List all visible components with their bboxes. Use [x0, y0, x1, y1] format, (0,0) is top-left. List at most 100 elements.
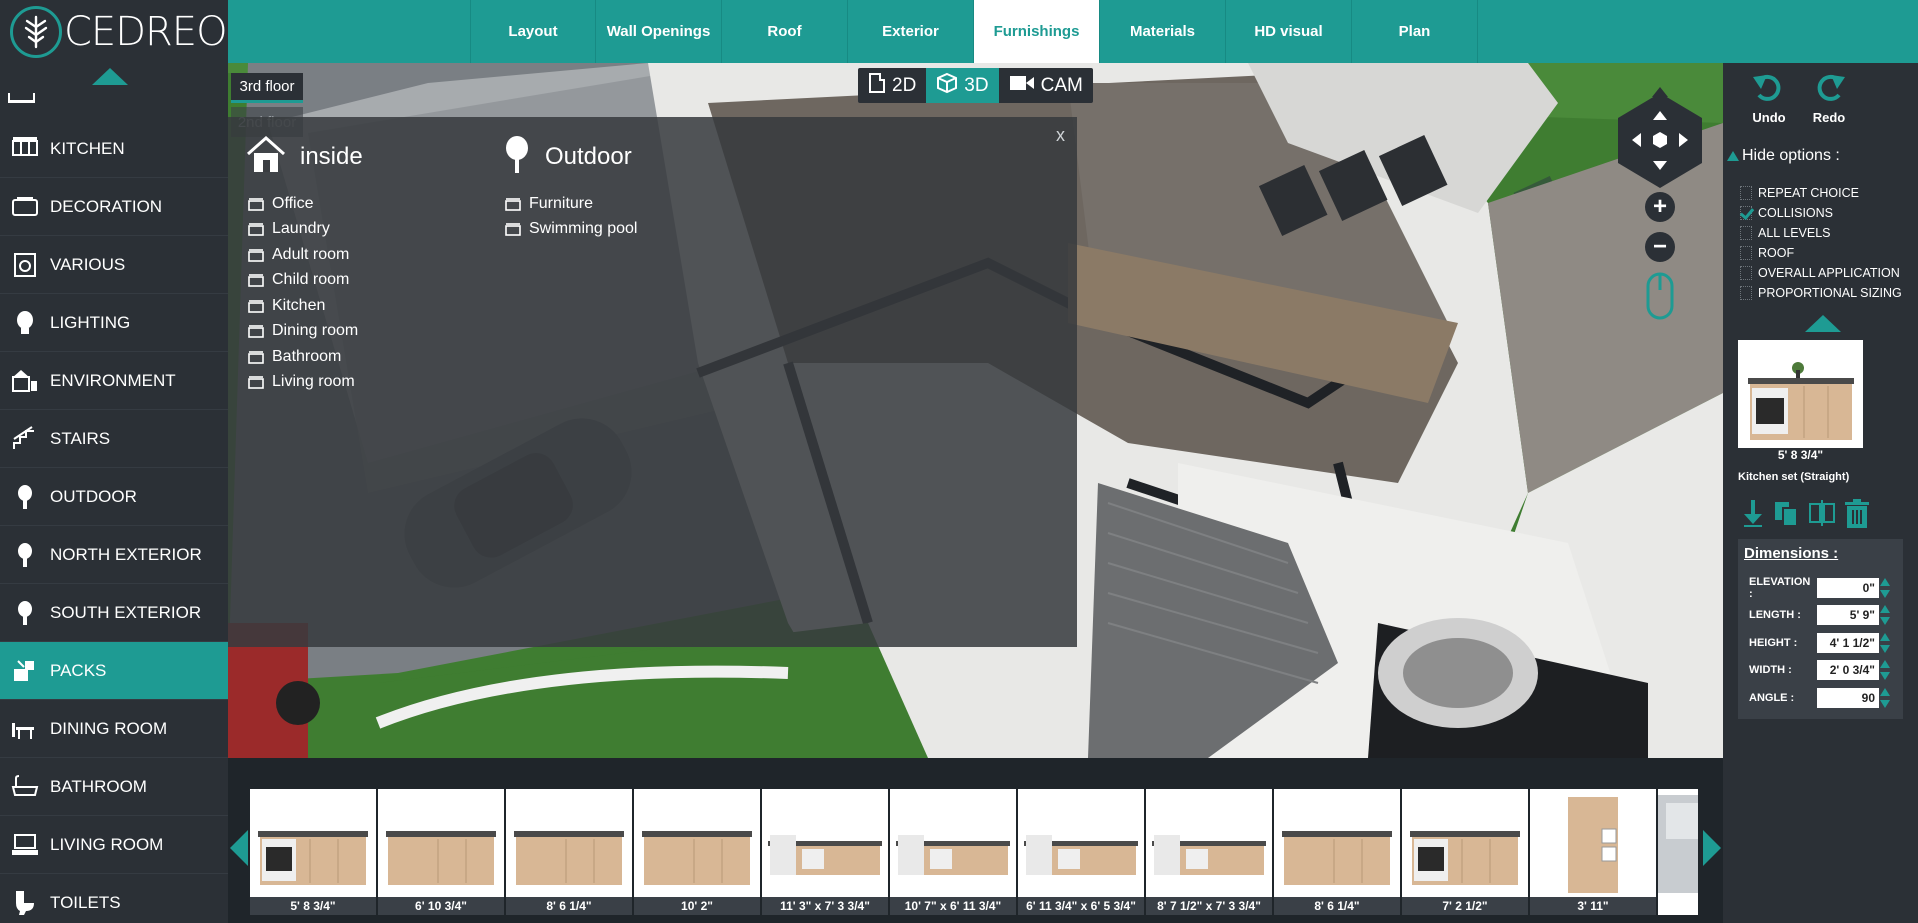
catalog-item[interactable]: 5' 8 3/4": [250, 789, 376, 915]
option-checkbox[interactable]: [1740, 266, 1752, 280]
zoom-out-button[interactable]: −: [1645, 232, 1675, 262]
sidebar-item-decoration[interactable]: DECORATION: [0, 178, 228, 236]
catalog-item[interactable]: [1658, 789, 1698, 915]
hide-options-toggle[interactable]: Hide options :: [1727, 147, 1840, 165]
trash-icon[interactable]: [1843, 498, 1871, 535]
view-3d-button[interactable]: 3D: [926, 68, 999, 103]
logo: CEDREO: [0, 0, 228, 63]
tab-wall-openings[interactable]: Wall Openings: [596, 0, 722, 63]
pack-bathroom[interactable]: Bathroom: [246, 344, 363, 370]
duplicate-icon[interactable]: [1771, 498, 1801, 535]
pack-label: Adult room: [272, 245, 350, 263]
dimension-input[interactable]: 2' 0 3/4": [1817, 660, 1879, 681]
selected-item-thumbnail: [1738, 340, 1863, 448]
option-checkbox[interactable]: [1740, 186, 1752, 200]
catalog-item[interactable]: 3' 11": [1530, 789, 1656, 915]
pack-label: Laundry: [272, 220, 330, 238]
camera-icon: [1009, 75, 1034, 90]
redo-icon: [1817, 74, 1845, 101]
brand-name: CEDREO: [64, 8, 228, 55]
undo-button[interactable]: Undo: [1741, 73, 1797, 125]
option-checkbox[interactable]: [1740, 226, 1752, 240]
dimension-input[interactable]: 5' 9": [1817, 605, 1879, 626]
view-2d-button[interactable]: 2D: [858, 68, 926, 103]
pack-office[interactable]: Office: [246, 191, 363, 217]
dimension-spinner[interactable]: [1880, 577, 1890, 598]
scroll-right-arrow-icon[interactable]: [1703, 830, 1721, 866]
option-roof[interactable]: ROOF: [1740, 243, 1902, 263]
close-overlay-button[interactable]: x: [1056, 125, 1065, 146]
tab-materials[interactable]: Materials: [1100, 0, 1226, 63]
option-collisions[interactable]: COLLISIONS: [1740, 203, 1902, 223]
sidebar-item-dining-room[interactable]: DINING ROOM: [0, 700, 228, 758]
catalog-item-size: 6' 11 3/4" x 6' 5 3/4": [1018, 897, 1144, 915]
dimension-spinner[interactable]: [1880, 687, 1890, 708]
sidebar-item-environment[interactable]: ENVIRONMENT: [0, 352, 228, 410]
option-proportional-sizing[interactable]: PROPORTIONAL SIZING: [1740, 283, 1902, 303]
tab-furnishings[interactable]: Furnishings: [974, 0, 1100, 63]
scroll-up-arrow-icon[interactable]: [1805, 315, 1841, 332]
catalog-item-size: 8' 6 1/4": [506, 897, 632, 915]
camera-navigation-pad[interactable]: [1605, 85, 1715, 195]
sidebar-item-various[interactable]: VARIOUS: [0, 236, 228, 294]
pack-laundry[interactable]: Laundry: [246, 217, 363, 243]
redo-button[interactable]: Redo: [1801, 73, 1857, 125]
tab-layout[interactable]: Layout: [470, 0, 596, 63]
option-label: ROOF: [1758, 246, 1795, 260]
option-repeat-choice[interactable]: REPEAT CHOICE: [1740, 183, 1902, 203]
dimension-input[interactable]: 4' 1 1/2": [1817, 632, 1879, 653]
catalog-item[interactable]: 8' 7 1/2" x 7' 3 3/4": [1146, 789, 1272, 915]
zoom-in-button[interactable]: +: [1645, 192, 1675, 222]
option-overall-application[interactable]: OVERALL APPLICATION: [1740, 263, 1902, 283]
tab-plan[interactable]: Plan: [1352, 0, 1478, 63]
view-cam-button[interactable]: CAM: [999, 68, 1093, 103]
scroll-up-arrow-icon[interactable]: [92, 68, 128, 85]
option-checkbox[interactable]: [1740, 246, 1752, 260]
sidebar-item-living-room[interactable]: LIVING ROOM: [0, 816, 228, 874]
catalog-item[interactable]: 8' 6 1/4": [1274, 789, 1400, 915]
sidebar-item-outdoor[interactable]: OUTDOOR: [0, 468, 228, 526]
catalog-item[interactable]: 6' 11 3/4" x 6' 5 3/4": [1018, 789, 1144, 915]
dimension-input[interactable]: 0": [1817, 577, 1879, 598]
dimension-spinner[interactable]: [1880, 632, 1890, 653]
pack-furniture[interactable]: Furniture: [503, 191, 637, 217]
dimension-spinner[interactable]: [1880, 660, 1890, 681]
dimension-spinner[interactable]: [1880, 605, 1890, 626]
sidebar-item-toilets[interactable]: TOILETS: [0, 874, 228, 923]
sidebar-item-packs[interactable]: PACKS: [0, 642, 228, 700]
option-checkbox[interactable]: [1740, 286, 1752, 300]
pack-swimming-pool[interactable]: Swimming pool: [503, 217, 637, 243]
tab-hd-visual[interactable]: HD visual: [1226, 0, 1352, 63]
pack-living-room[interactable]: Living room: [246, 370, 363, 396]
scroll-left-arrow-icon[interactable]: [230, 830, 248, 866]
option-label: ALL LEVELS: [1758, 226, 1831, 240]
sidebar-item-stairs[interactable]: STAIRS: [0, 410, 228, 468]
sidebar-item-kitchen[interactable]: KITCHEN: [0, 120, 228, 178]
catalog-item[interactable]: 8' 6 1/4": [506, 789, 632, 915]
pack-adult-room[interactable]: Adult room: [246, 242, 363, 268]
pack-kitchen[interactable]: Kitchen: [246, 293, 363, 319]
tab-exterior[interactable]: Exterior: [848, 0, 974, 63]
sidebar-item-bathroom[interactable]: BATHROOM: [0, 758, 228, 816]
download-icon[interactable]: [1741, 498, 1765, 535]
pack-child-room[interactable]: Child room: [246, 268, 363, 294]
item-tools: [1741, 498, 1871, 535]
catalog-item[interactable]: 7' 2 1/2": [1402, 789, 1528, 915]
pack-label: Bathroom: [272, 347, 342, 365]
room-icon: [246, 220, 266, 238]
tab-roof[interactable]: Roof: [722, 0, 848, 63]
floor-current[interactable]: 3rd floor: [231, 73, 303, 103]
dimension-input[interactable]: 90: [1817, 687, 1879, 708]
view-mode-switch: 2D 3D CAM: [858, 68, 1093, 103]
sidebar-item-south-exterior[interactable]: SOUTH EXTERIOR: [0, 584, 228, 642]
pack-dining-room[interactable]: Dining room: [246, 319, 363, 345]
sidebar-item-north-exterior[interactable]: NORTH EXTERIOR: [0, 526, 228, 584]
option-checkbox[interactable]: [1740, 206, 1752, 220]
catalog-item[interactable]: 10' 2": [634, 789, 760, 915]
option-all-levels[interactable]: ALL LEVELS: [1740, 223, 1902, 243]
sidebar-item-lighting[interactable]: LIGHTING: [0, 294, 228, 352]
mirror-icon[interactable]: [1807, 498, 1837, 535]
catalog-item[interactable]: 11' 3" x 7' 3 3/4": [762, 789, 888, 915]
catalog-item[interactable]: 6' 10 3/4": [378, 789, 504, 915]
catalog-item[interactable]: 10' 7" x 6' 11 3/4": [890, 789, 1016, 915]
